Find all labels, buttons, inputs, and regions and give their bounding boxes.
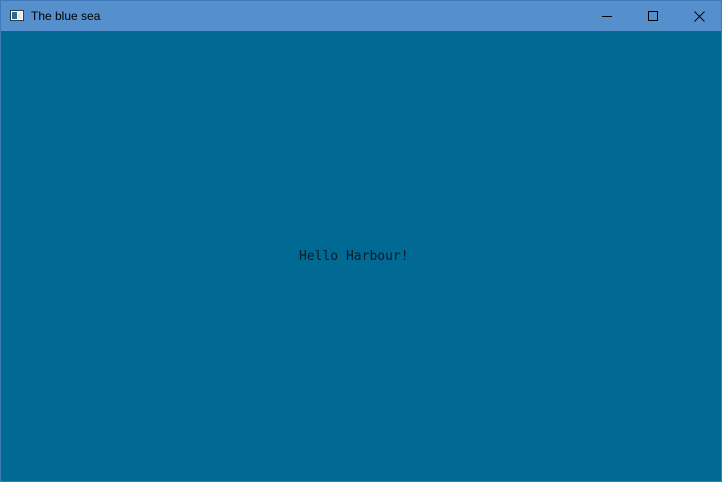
window-app-icon[interactable] bbox=[10, 10, 24, 21]
hello-message: Hello Harbour! bbox=[299, 249, 409, 264]
maximize-button[interactable] bbox=[630, 1, 676, 31]
maximize-icon bbox=[648, 11, 658, 21]
app-window: The blue sea Hello Harbour! bbox=[0, 0, 722, 482]
title-bar[interactable]: The blue sea bbox=[1, 1, 721, 31]
window-title: The blue sea bbox=[31, 9, 101, 23]
client-area[interactable]: Hello Harbour! bbox=[1, 31, 721, 481]
minimize-button[interactable] bbox=[584, 1, 630, 31]
minimize-icon bbox=[602, 16, 612, 17]
close-button[interactable] bbox=[676, 1, 722, 31]
close-icon bbox=[693, 10, 705, 22]
